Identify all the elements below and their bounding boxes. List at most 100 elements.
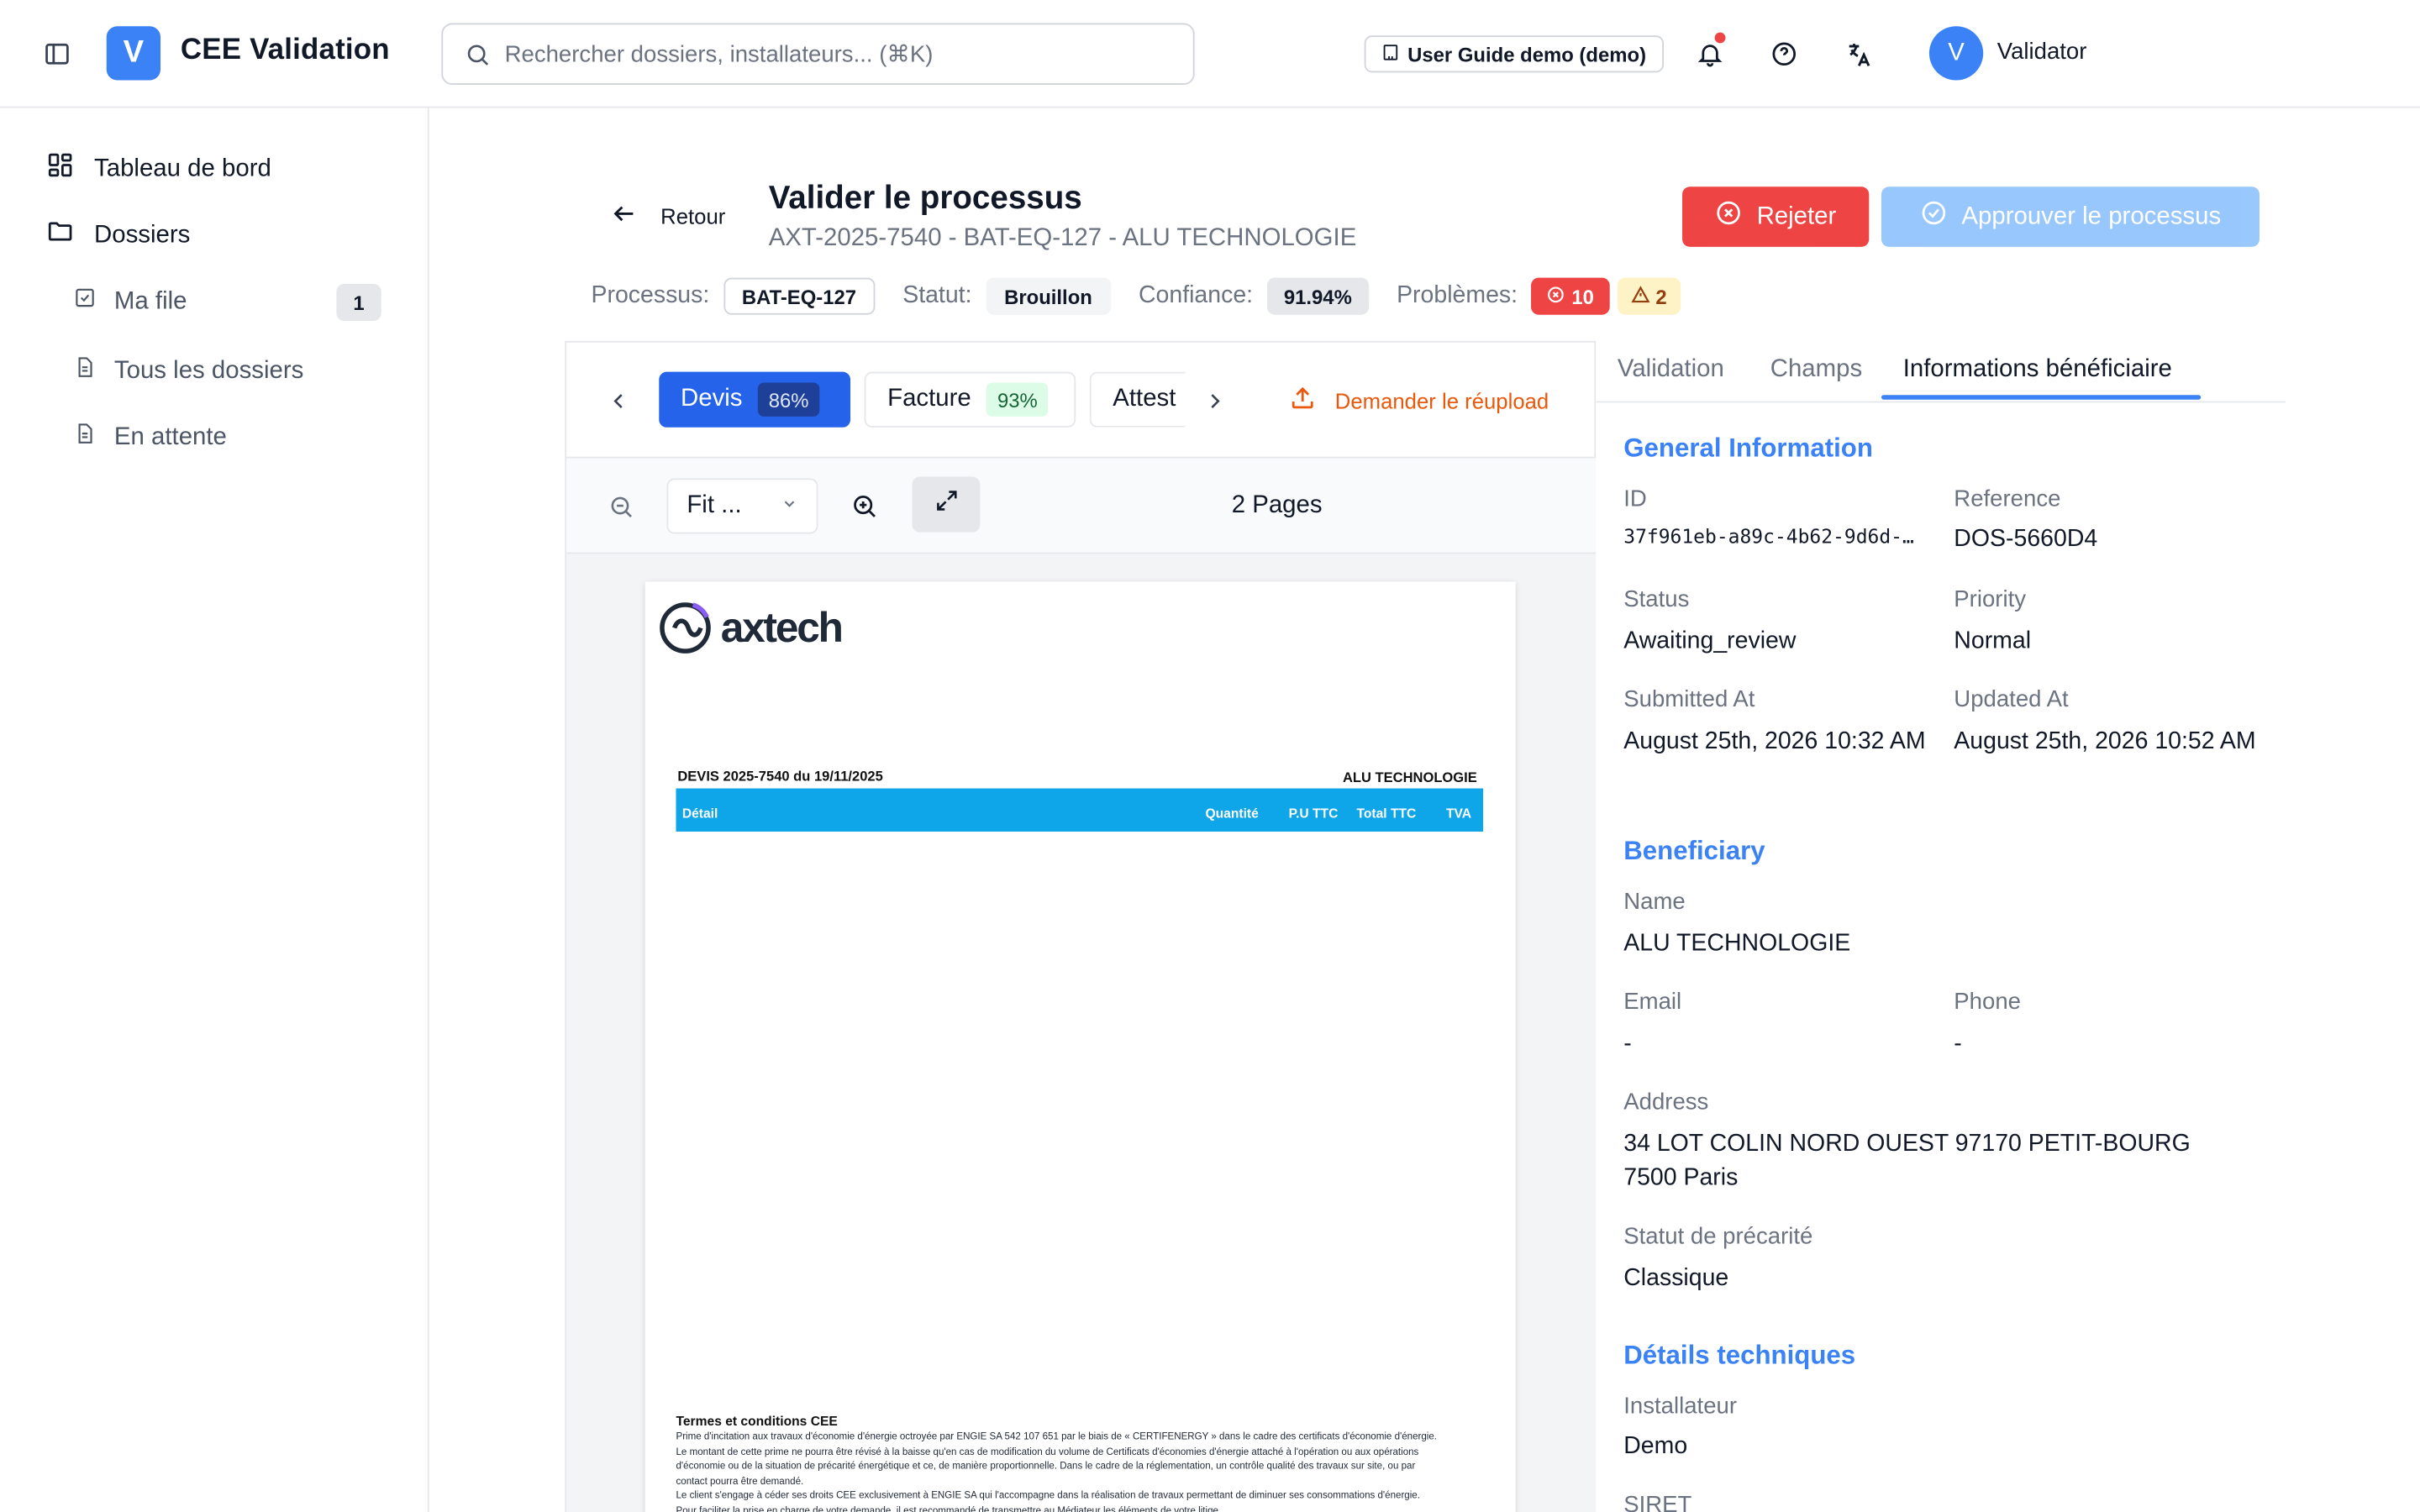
- tab-label: Attest: [1113, 386, 1176, 412]
- reupload-label: Demander le réupload: [1334, 387, 1549, 413]
- terms-title: Termes et conditions CEE: [676, 1413, 838, 1429]
- check-circle-icon: [1920, 199, 1948, 234]
- email-value: -: [1623, 1030, 1632, 1058]
- bell-icon[interactable]: [1693, 32, 1727, 71]
- chevron-left-icon[interactable]: [603, 386, 634, 417]
- terms-line: contact pourra être demandé.: [676, 1476, 804, 1488]
- request-reupload-button[interactable]: Demander le réupload: [1289, 384, 1549, 417]
- sidebar-item-ma-file[interactable]: Ma file: [74, 287, 187, 317]
- terms-line: Pour faciliter la prise en charge de vot…: [676, 1505, 1222, 1512]
- reference-value: DOS-5660D4: [1954, 526, 2098, 553]
- x-circle-icon: [1547, 285, 1565, 308]
- axtech-logo: axtech: [659, 600, 844, 655]
- top-bar: V CEE Validation User Guide demo (demo) …: [0, 0, 2420, 108]
- sidebar: Tableau de bord Dossiers Ma file 1 Tous …: [0, 108, 429, 1512]
- sidebar-item-en-attente[interactable]: En attente: [74, 423, 227, 452]
- queue-count-badge: 1: [336, 283, 381, 322]
- avatar[interactable]: V: [1928, 26, 1984, 81]
- terms-text: Prime d'incitation aux travaux d'économi…: [676, 1431, 1486, 1512]
- axtech-logo-mark: [660, 602, 711, 654]
- help-icon[interactable]: [1767, 37, 1801, 71]
- priority-label: Priority: [1954, 585, 2027, 613]
- beneficiary-title: Beneficiary: [1623, 836, 1765, 866]
- email-label: Email: [1623, 989, 1682, 1016]
- process-badge: BAT-EQ-127: [723, 277, 876, 315]
- sidebar-item-all-dossiers[interactable]: Tous les dossiers: [74, 356, 303, 386]
- viewer-toolbar: Fit ... 2 Pages: [566, 458, 1598, 554]
- updated-at-label: Updated At: [1954, 686, 2069, 713]
- col-detail: Détail: [681, 805, 718, 822]
- check-square-icon: [74, 287, 96, 317]
- phone-label: Phone: [1954, 989, 2021, 1016]
- app-title: CEE Validation: [180, 34, 390, 66]
- sidebar-item-label: Tableau de bord: [94, 155, 271, 181]
- technical-details-title: Détails techniques: [1623, 1341, 1856, 1371]
- zoom-value: Fit ...: [687, 491, 742, 519]
- submitted-at-label: Submitted At: [1623, 686, 1755, 713]
- tab-confidence: 93%: [986, 382, 1049, 417]
- user-guide-button[interactable]: User Guide demo (demo): [1364, 35, 1664, 73]
- zoom-select[interactable]: Fit ...: [666, 478, 818, 534]
- terms-line: Le montant de cette prime ne pourra être…: [676, 1446, 1419, 1457]
- siret-label: SIRET: [1623, 1492, 1692, 1512]
- installer-label: Installateur: [1623, 1393, 1738, 1420]
- tab-champs[interactable]: Champs: [1770, 356, 1862, 384]
- page-subtitle: AXT-2025-7540 - BAT-EQ-127 - ALU TECHNOL…: [768, 225, 1357, 252]
- search-input[interactable]: [504, 40, 1154, 67]
- user-name[interactable]: Validator: [1997, 39, 2087, 65]
- sidebar-item-label: En attente: [113, 423, 227, 450]
- general-info-title: General Information: [1623, 433, 1873, 464]
- zoom-in-icon[interactable]: [841, 483, 887, 529]
- installer-value: Demo: [1623, 1433, 1688, 1460]
- sidebar-item-label: Ma file: [113, 287, 187, 314]
- terms-line: Prime d'incitation aux travaux d'économi…: [676, 1431, 1438, 1443]
- tab-facture[interactable]: Facture 93%: [864, 371, 1076, 428]
- errors-badge[interactable]: 10: [1531, 277, 1610, 315]
- tab-validation[interactable]: Validation: [1618, 356, 1724, 384]
- confidence-badge: 91.94%: [1266, 277, 1370, 315]
- tab-attestation[interactable]: Attest: [1089, 371, 1186, 428]
- arrow-left-icon: [611, 201, 637, 232]
- address-value: 34 LOT COLIN NORD OUEST 97170 PETIT-BOUR…: [1623, 1131, 2191, 1191]
- reject-button[interactable]: Rejeter: [1682, 186, 1870, 247]
- page-count: 2 Pages: [1231, 491, 1323, 519]
- sidebar-item-dashboard[interactable]: Tableau de bord: [46, 151, 271, 186]
- chevron-down-icon: [781, 492, 797, 520]
- pdf-viewer[interactable]: axtech DEVIS 2025-7540 du 19/11/2025 ALU…: [566, 554, 1598, 1512]
- priority-value: Normal: [1954, 627, 2032, 654]
- chevron-right-icon[interactable]: [1199, 386, 1230, 417]
- tab-devis[interactable]: Devis 86%: [659, 371, 851, 428]
- tab-label: Facture: [887, 386, 971, 412]
- document-panel: Devis 86% Facture 93% Attest Demander le…: [565, 340, 1598, 1512]
- search-bar[interactable]: [441, 23, 1195, 86]
- sidebar-item-label: Tous les dossiers: [113, 357, 304, 384]
- process-label: Processus:: [591, 282, 710, 309]
- tab-beneficiary-info[interactable]: Informations bénéficiaire: [1903, 356, 2172, 384]
- quote-table-header: Détail Quantité P.U TTC Total TTC TVA: [676, 788, 1484, 832]
- sidebar-toggle-icon[interactable]: [40, 37, 74, 71]
- status-field-value: Awaiting_review: [1623, 627, 1797, 654]
- translate-icon[interactable]: [1841, 37, 1875, 71]
- fullscreen-button[interactable]: [912, 476, 981, 533]
- col-unit-price: P.U TTC: [1288, 805, 1339, 822]
- phone-value: -: [1954, 1030, 1962, 1058]
- warning-icon: [1630, 285, 1650, 308]
- terms-line: Le client s'engage à céder ses droits CE…: [676, 1490, 1420, 1502]
- process-meta-row: Processus: BAT-EQ-127 Statut: Brouillon …: [591, 277, 1681, 315]
- submitted-at-value: August 25th, 2026 10:32 AM: [1623, 727, 1926, 755]
- approve-button[interactable]: Approuver le processus: [1881, 186, 2260, 247]
- updated-at-value: August 25th, 2026 10:52 AM: [1954, 727, 2256, 755]
- col-vat: TVA: [1446, 805, 1472, 822]
- problems-label: Problèmes:: [1397, 282, 1518, 309]
- tab-confidence: 86%: [757, 382, 820, 417]
- status-label: Statut:: [902, 282, 972, 309]
- back-label: Retour: [660, 203, 726, 228]
- back-button[interactable]: Retour: [611, 201, 725, 232]
- dashboard-icon: [46, 151, 74, 186]
- active-tab-indicator: [1881, 395, 2202, 400]
- sidebar-item-dossiers[interactable]: Dossiers: [46, 218, 190, 253]
- devis-client: ALU TECHNOLOGIE: [1342, 769, 1477, 785]
- warnings-badge[interactable]: 2: [1617, 277, 1681, 315]
- errors-count: 10: [1571, 284, 1594, 308]
- zoom-out-icon[interactable]: [597, 483, 644, 529]
